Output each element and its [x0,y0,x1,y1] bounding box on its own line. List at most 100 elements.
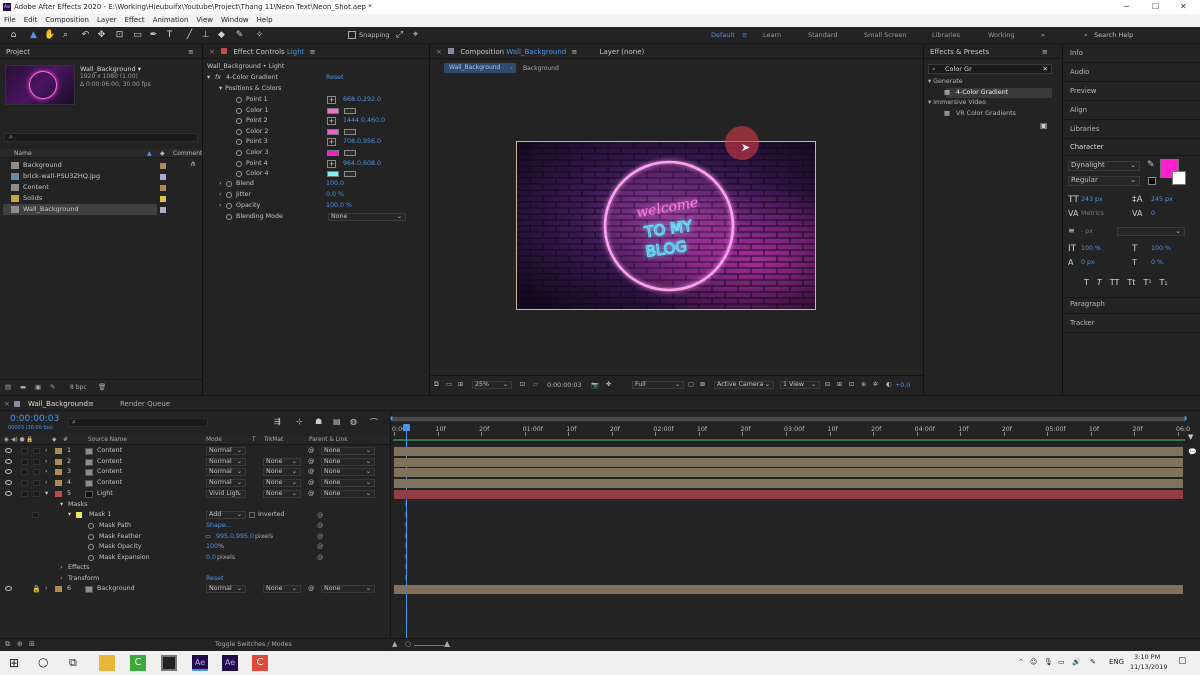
zoom-slider-track[interactable] [414,645,444,646]
expand-arrow-icon[interactable]: ▾ [45,489,48,500]
3d-renderer-icon[interactable]: ✲ [873,381,878,388]
zoom-slider-handle[interactable]: ○ [405,640,411,648]
effect-param-row[interactable]: Point 2 +1444.0,460.0 [203,116,429,126]
close-tab-icon[interactable]: × [209,48,215,56]
effect-name[interactable]: 4-Color Gradient [226,73,278,83]
rotate-tool-icon[interactable]: ↶ [80,30,91,41]
time-navigator[interactable] [391,437,1187,443]
mask-color-swatch[interactable] [76,512,82,518]
clock-date[interactable]: 11/13/2019 [1130,663,1167,671]
expand-arrow-icon[interactable]: ▾ [68,510,71,521]
solo-toggle[interactable] [21,491,28,497]
pickwhip-icon[interactable]: @ [308,584,314,595]
point-value[interactable]: 964.0,608.0 [343,159,381,169]
expand-modes-icon[interactable]: ⊞ [29,640,35,648]
menu-layer[interactable]: Layer [93,14,121,24]
faux-italic-button[interactable]: T [1097,278,1102,287]
trash-icon[interactable]: 🗑 [98,383,106,391]
zoom-tool-icon[interactable]: ⌕ [60,30,71,41]
crosshair-icon[interactable]: + [327,96,336,104]
always-preview-icon[interactable]: ⧉ [434,381,439,389]
interpret-footage-icon[interactable]: ▤ [5,383,11,391]
solo-toggle[interactable] [21,459,28,465]
mask-property-value[interactable]: 0.0 [206,553,216,564]
project-item[interactable]: Content [3,182,199,193]
lock-toggle[interactable] [33,491,40,497]
comment-icon[interactable]: 💬 [1188,448,1197,456]
puppet-tool-icon[interactable]: ✧ [254,30,265,41]
monitor-icon[interactable]: ▭ [446,381,452,388]
minimize-icon[interactable]: ─ [1124,2,1129,11]
faux-bold-button[interactable]: T [1084,278,1089,287]
expand-arrow-icon[interactable]: › [219,201,222,211]
parent-dropdown[interactable]: None ⌄ [321,458,375,466]
layer-name[interactable]: Background [97,584,135,595]
workspace-default[interactable]: Default [711,31,735,39]
pen-tool-icon[interactable]: ✒ [148,30,159,41]
visibility-eye-icon[interactable] [5,469,12,474]
new-comp-icon[interactable]: ▣ [35,383,41,391]
layer-label-swatch[interactable] [55,448,62,454]
lock-toggle[interactable] [33,480,40,486]
snapshot-icon[interactable]: 📷 [591,381,599,389]
mask-property-value[interactable]: 995.0,995.0 [216,532,254,543]
small-caps-button[interactable]: Tt [1127,278,1135,287]
layer-mode-dropdown[interactable]: Normal ⌄ [206,468,246,476]
subscript-button[interactable]: T₁ [1160,278,1168,287]
trkmat-dropdown[interactable]: None ⌄ [263,585,301,593]
info-panel-tab[interactable]: Info [1070,49,1083,57]
menu-help[interactable]: Help [253,14,277,24]
expression-pickwhip-icon[interactable]: @ [317,512,323,519]
effect-param-row[interactable]: Color 4 [203,169,429,179]
menu-animation[interactable]: Animation [149,14,193,24]
point-value[interactable]: 708.0,956.0 [343,137,381,147]
stopwatch-icon[interactable] [88,544,94,551]
snap-feature-icon[interactable]: ⌖ [410,30,421,41]
language-indicator[interactable]: ENG [1109,658,1124,666]
breadcrumb-wall-background[interactable]: Wall_Background [444,63,516,73]
file-explorer-icon[interactable] [99,655,115,671]
expression-pickwhip-icon[interactable]: @ [317,532,323,543]
stopwatch-icon[interactable] [236,97,242,103]
solo-toggle[interactable] [21,480,28,486]
snapping-checkbox[interactable] [348,31,356,39]
layer-name[interactable]: Content [97,478,122,489]
eraser-tool-icon[interactable]: ◆ [216,30,227,41]
close-tab-icon[interactable]: × [436,48,442,56]
eyedropper-icon[interactable] [344,107,356,114]
frame-blending-icon[interactable]: ▤ [333,417,341,426]
point-value[interactable]: 1444.0,460.0 [343,116,385,126]
render-time-icon[interactable]: ⧉ [5,640,10,649]
workspace-working[interactable]: Working [988,31,1015,39]
sort-up-icon[interactable]: ▲ [147,149,152,158]
expression-pickwhip-icon[interactable]: @ [317,521,323,532]
work-area-start-icon[interactable]: ◖ [390,415,393,422]
toggle-switches-modes-button[interactable]: Toggle Switches / Modes [215,641,292,648]
timeline-icon[interactable]: ⊡ [849,381,854,388]
col-parent[interactable]: Parent & Link [309,436,348,445]
work-area-bar[interactable] [391,416,1187,422]
crosshair-icon[interactable]: + [327,159,336,168]
pickwhip-icon[interactable]: @ [308,457,314,468]
stopwatch-icon[interactable] [236,160,242,167]
camera-tool-icon[interactable]: ✥ [96,30,107,41]
layer-name[interactable]: Content [97,467,122,478]
layer-row[interactable]: › 1 Content Normal ⌄ @ None ⌄ [0,446,390,457]
panel-menu-icon[interactable]: ≡ [571,48,577,56]
expand-arrow-icon[interactable]: › [219,179,222,189]
comp-mini-flowchart-icon[interactable]: ⇶ [274,417,281,426]
preview-panel-tab[interactable]: Preview [1070,87,1096,95]
layer-duration-bar[interactable] [394,458,1183,467]
mask-property-row[interactable]: Mask Feather ▭ 995.0,995.0 pixels @ [0,532,390,543]
rectangle-tool-icon[interactable]: ▭ [132,30,143,41]
close-icon[interactable]: ✕ [1180,2,1187,11]
workspace-small-screen[interactable]: Small Screen [864,31,906,39]
font-style-dropdown[interactable]: Regular ⌄ [1068,176,1140,186]
indent-value[interactable]: - px [1081,228,1093,235]
zoom-out-icon[interactable]: ▲ [392,640,397,648]
solo-toggle[interactable] [21,469,28,475]
trkmat-dropdown[interactable]: None ⌄ [263,458,301,466]
effect-controls-tab[interactable]: Effect Controls [233,48,284,56]
zoom-dropdown[interactable]: 25% ⌄ [472,381,512,389]
bpc-label[interactable]: 8 bpc [70,384,87,391]
